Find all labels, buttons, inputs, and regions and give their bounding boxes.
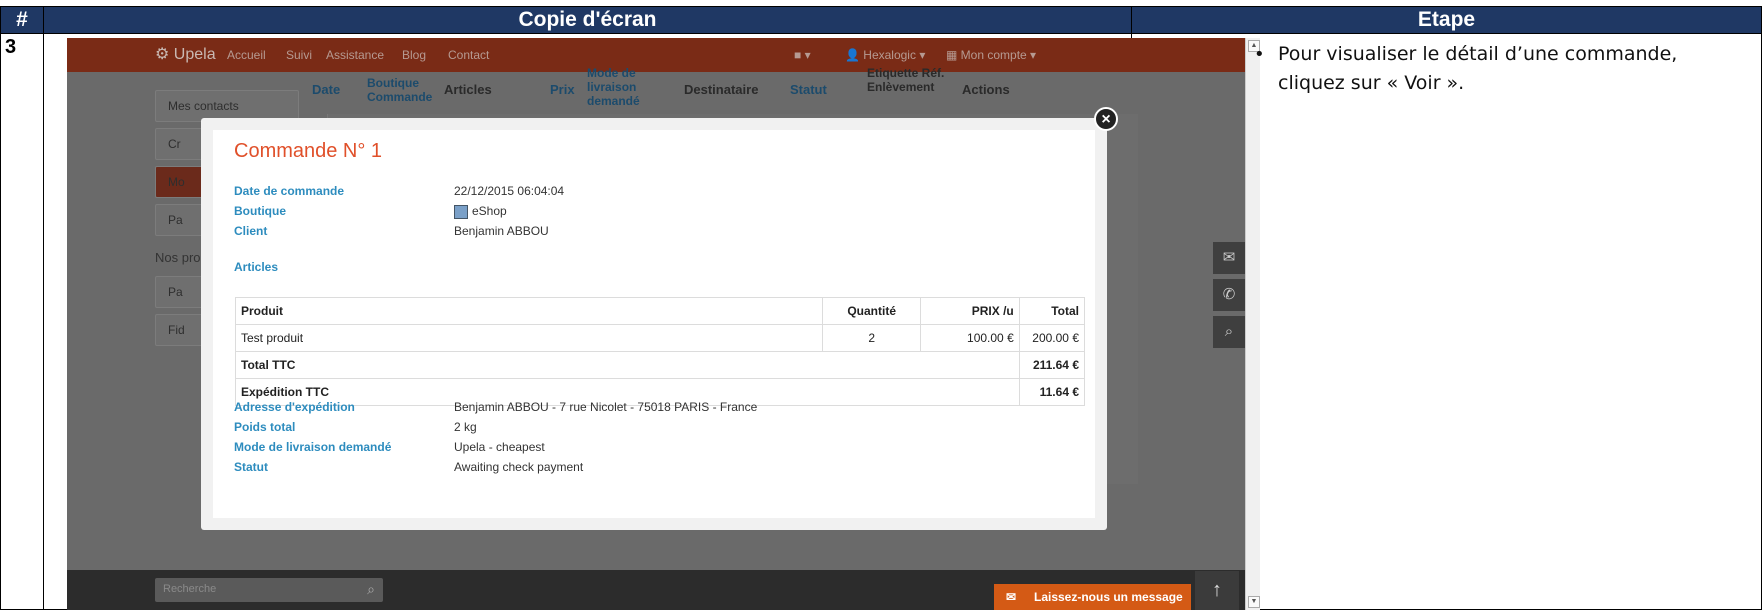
- sidebar-label: Mo: [168, 175, 185, 189]
- weight-label: Poids total: [234, 420, 296, 434]
- order-date-value: 22/12/2015 06:04:04: [454, 184, 565, 198]
- phone-icon[interactable]: ✆: [1213, 279, 1245, 311]
- mail-icon[interactable]: ✉: [1213, 242, 1245, 274]
- sidebar-label: Cr: [168, 137, 181, 151]
- step-description: • Pour visualiser le détail d’une comman…: [1254, 40, 1748, 98]
- delivery-mode-label: Mode de livraison demandé: [234, 440, 392, 454]
- order-modal: Commande N° 1 Date de commande 22/12/201…: [201, 118, 1107, 530]
- nav-blog[interactable]: Blog: [402, 48, 426, 62]
- order-modal-body: Commande N° 1 Date de commande 22/12/201…: [213, 130, 1095, 518]
- sidebar-label: Mes contacts: [168, 99, 239, 113]
- shop-icon: [454, 204, 468, 219]
- weight-value: 2 kg: [454, 420, 477, 434]
- account-menu[interactable]: ▦ Mon compte ▾: [946, 48, 1036, 62]
- close-modal-icon[interactable]: ×: [1094, 107, 1118, 131]
- app-screenshot: ⚙ Upela Accueil Suivi Assistance Blog Co…: [67, 38, 1260, 610]
- table-header-row: Produit Quantité PRIX /u Total: [235, 297, 1086, 325]
- col-mode: Mode de livraison demandé: [587, 66, 640, 108]
- col-articles: Articles: [444, 82, 492, 97]
- item-unit-price: 100.00 €: [920, 324, 1020, 352]
- th-qty: Quantité: [821, 297, 922, 325]
- shop-label: Boutique: [234, 204, 286, 218]
- sidebar-label: Pa: [168, 285, 183, 299]
- search-icon[interactable]: ⌕: [367, 581, 375, 598]
- shop-name: eShop: [472, 204, 507, 218]
- item-product: Test produit: [235, 324, 823, 352]
- step-text: Pour visualiser le détail d’une commande…: [1278, 43, 1678, 94]
- total-row: Total TTC 211.64 €: [235, 351, 1086, 379]
- header-screenshot: Copie d'écran: [43, 6, 1132, 34]
- footer-search-input[interactable]: Recherche ⌕: [155, 578, 383, 602]
- col-status: Statut: [790, 82, 827, 97]
- envelope-icon: ✉: [1006, 590, 1017, 604]
- row-num-cell: 3: [0, 33, 44, 610]
- shop-value: eShop: [454, 204, 507, 219]
- sidebar-section-title: Nos pro: [155, 250, 201, 265]
- client-value: Benjamin ABBOU: [454, 224, 549, 238]
- address-label: Adresse d'expédition: [234, 400, 355, 414]
- order-title: Commande N° 1: [234, 140, 383, 162]
- articles-label: Articles: [234, 260, 279, 274]
- th-unit-price: PRIX /u: [920, 297, 1020, 325]
- nav-contact[interactable]: Contact: [448, 48, 489, 62]
- sidebar-label: Fid: [168, 323, 185, 337]
- shipping-value: 11.64 €: [1018, 378, 1086, 406]
- total-label: Total TTC: [235, 351, 1020, 379]
- row-number: 3: [5, 36, 17, 58]
- user-name: Hexalogic: [863, 48, 916, 62]
- col-shop: Boutique Commande: [367, 76, 433, 104]
- nav-suivi[interactable]: Suivi: [286, 48, 312, 62]
- brand-name: Upela: [173, 46, 216, 63]
- th-total: Total: [1018, 297, 1086, 325]
- status-value: Awaiting check payment: [454, 460, 584, 474]
- status-label: Statut: [234, 460, 268, 474]
- address-value: Benjamin ABBOU - 7 rue Nicolet - 75018 P…: [454, 400, 758, 414]
- item-qty: 2: [821, 324, 922, 352]
- client-label: Client: [234, 224, 268, 238]
- user-menu[interactable]: 👤 Hexalogic ▾: [845, 48, 925, 62]
- nav-accueil[interactable]: Accueil: [227, 48, 266, 62]
- col-actions: Actions: [962, 82, 1010, 97]
- brand-logo[interactable]: ⚙ Upela: [155, 44, 216, 64]
- header-step: Etape: [1131, 6, 1762, 34]
- item-total: 200.00 €: [1018, 324, 1086, 352]
- table-row: Test produit 2 100.00 € 200.00 €: [235, 324, 1086, 352]
- leave-message-label: Laissez-nous un message: [1034, 590, 1183, 604]
- col-recipient: Destinataire: [684, 82, 759, 97]
- account-label: Mon compte: [960, 48, 1027, 62]
- leave-message-button[interactable]: ✉ Laissez-nous un message: [994, 584, 1191, 610]
- search-placeholder: Recherche: [163, 583, 217, 595]
- sidebar-label: Pa: [168, 213, 183, 227]
- col-date[interactable]: Date: [312, 82, 340, 97]
- delivery-mode-value: Upela - cheapest: [454, 440, 545, 454]
- scroll-down-icon[interactable]: ▼: [1248, 596, 1260, 608]
- scroll-top-icon[interactable]: ↑: [1195, 571, 1239, 610]
- col-price: Prix: [550, 82, 575, 97]
- col-label: Etiquette Réf. Enlèvement: [867, 66, 945, 94]
- search-icon[interactable]: ⌕: [1213, 316, 1245, 348]
- order-date-label: Date de commande: [234, 184, 345, 198]
- order-items-table: Produit Quantité PRIX /u Total Test prod…: [235, 297, 1086, 406]
- flag-dropdown[interactable]: ■ ▾: [794, 48, 811, 62]
- bullet-icon: •: [1254, 44, 1265, 65]
- header-num: #: [0, 6, 44, 34]
- th-product: Produit: [235, 297, 823, 325]
- total-value: 211.64 €: [1018, 351, 1086, 379]
- nav-assistance[interactable]: Assistance: [326, 48, 384, 62]
- scrollbar[interactable]: ▲ ▼: [1245, 38, 1260, 610]
